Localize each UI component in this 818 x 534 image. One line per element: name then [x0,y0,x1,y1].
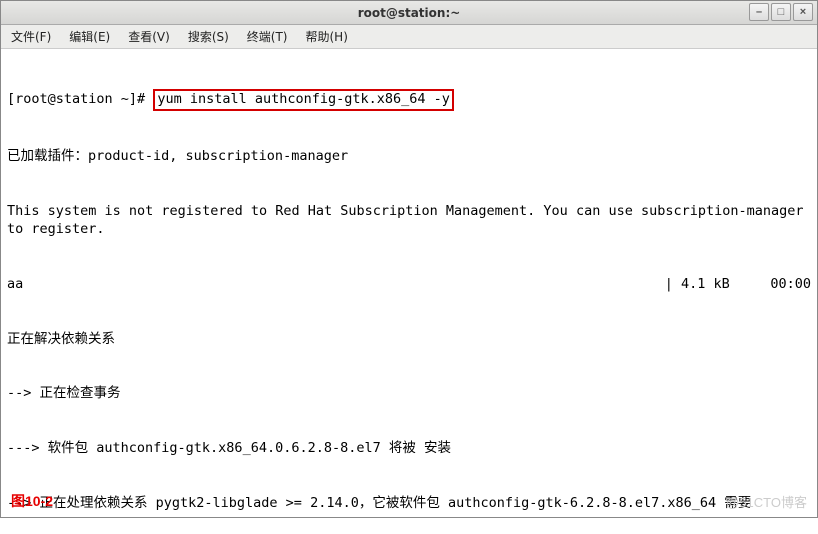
menubar: 文件(F) 编辑(E) 查看(V) 搜索(S) 终端(T) 帮助(H) [1,25,817,49]
output-repo-name: aa [7,275,23,293]
window-controls: – □ × [749,3,813,21]
output-check-trans: --> 正在检查事务 [7,384,811,402]
output-not-registered: This system is not registered to Red Hat… [7,202,811,238]
command-highlight: yum install authconfig-gtk.x86_64 -y [153,89,454,111]
window-titlebar: root@station:~ – □ × [1,1,817,25]
output-resolving: 正在解决依赖关系 [7,330,811,348]
watermark: @51CTO博客 [726,492,807,511]
terminal-output[interactable]: [root@station ~]# yum install authconfig… [1,49,817,534]
menu-search[interactable]: 搜索(S) [184,26,233,47]
output-repo-size: | 4.1 kB 00:00 [665,275,811,293]
menu-terminal[interactable]: 终端(T) [243,26,292,47]
shell-prompt: [root@station ~]# [7,91,153,107]
output-dependency: --> 正在处理依赖关系 pygtk2-libglade >= 2.14.0，它… [7,494,811,512]
minimize-button[interactable]: – [749,3,769,21]
output-package: ---> 软件包 authconfig-gtk.x86_64.0.6.2.8-8… [7,439,811,457]
menu-help[interactable]: 帮助(H) [302,26,352,47]
window-title: root@station:~ [358,6,461,20]
maximize-button[interactable]: □ [771,3,791,21]
menu-view[interactable]: 查看(V) [124,26,174,47]
menu-file[interactable]: 文件(F) [7,26,55,47]
figure-label: 图10-2 [11,491,53,511]
menu-edit[interactable]: 编辑(E) [65,26,114,47]
prompt-line: [root@station ~]# yum install authconfig… [7,89,811,111]
output-plugins: 已加载插件：product-id, subscription-manager [7,147,811,165]
output-repo-line: aa | 4.1 kB 00:00 [7,275,811,293]
close-button[interactable]: × [793,3,813,21]
